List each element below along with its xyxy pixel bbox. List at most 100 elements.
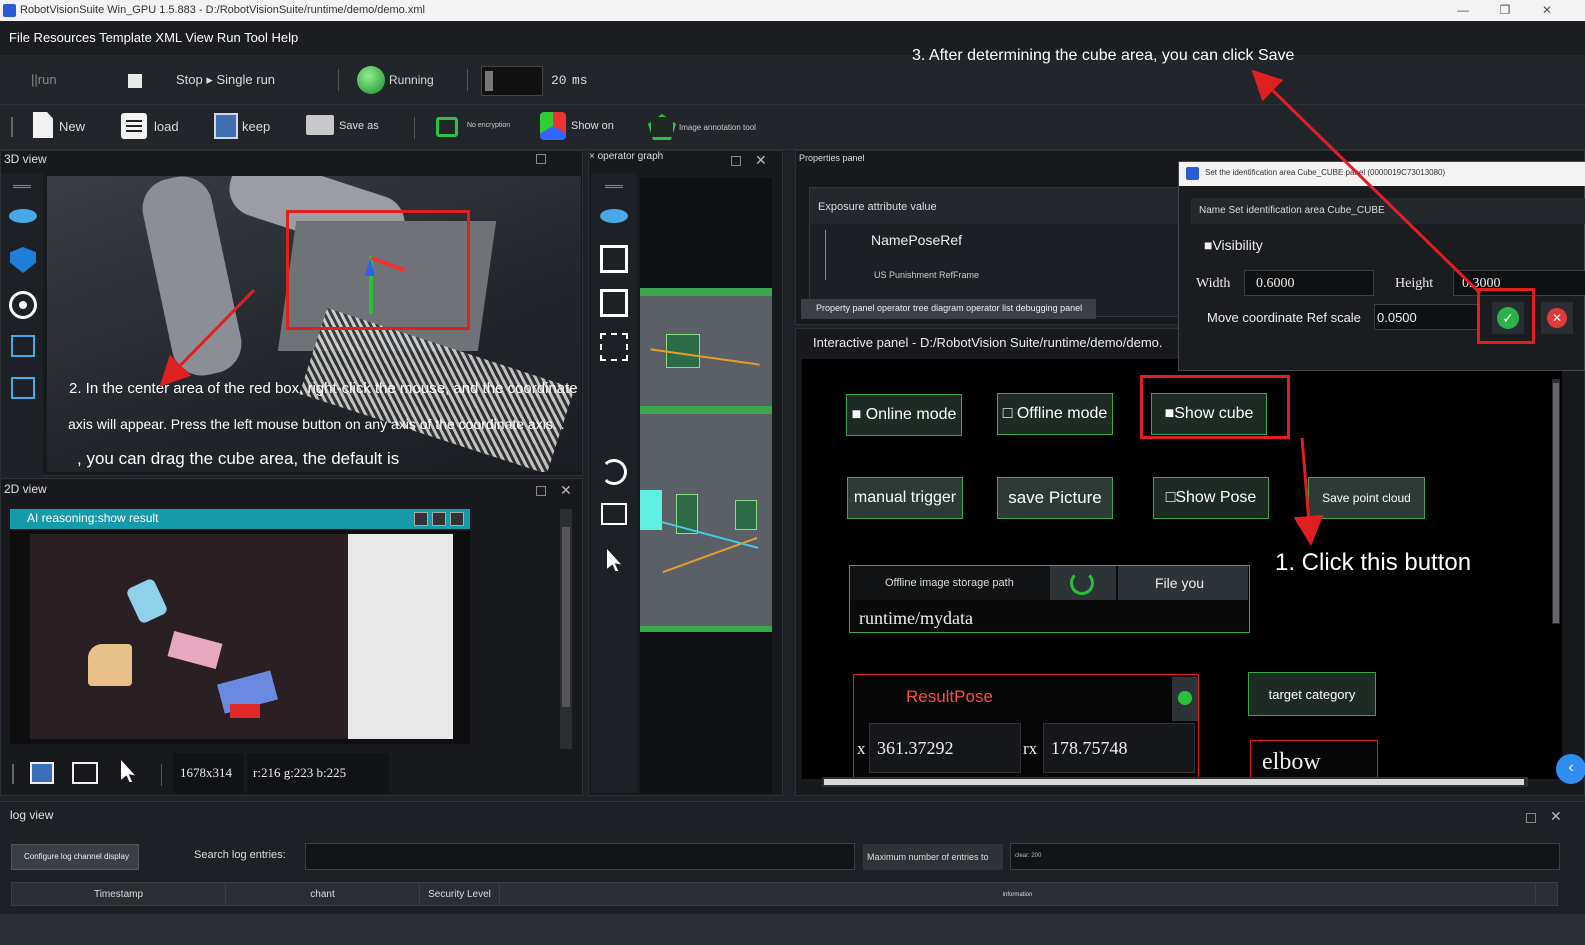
scrollbar-thumb[interactable] [562, 527, 570, 707]
annotation-tool-icon[interactable] [648, 114, 676, 140]
refresh-path-button[interactable] [1050, 566, 1116, 600]
col-timestamp[interactable]: Timestamp [12, 883, 226, 905]
file-button-label: File you [1155, 575, 1205, 591]
dialog-titlebar[interactable]: Set the identification area Cube_CUBE pa… [1179, 162, 1585, 186]
col-chant[interactable]: chant [226, 883, 420, 905]
save-picture-button[interactable]: save Picture [997, 477, 1113, 519]
float-panel-icon[interactable] [1526, 813, 1536, 823]
cascade-windows-icon[interactable] [72, 762, 98, 784]
col-security-level[interactable]: Security Level [420, 883, 500, 905]
show-pose-button[interactable]: □Show Pose [1153, 477, 1269, 519]
tile-windows-icon[interactable] [30, 762, 54, 784]
vertical-scrollbar[interactable] [1552, 379, 1560, 624]
3d-view-title: 3D view [4, 152, 47, 166]
close-icon[interactable] [450, 512, 464, 526]
rx-value-field[interactable]: 178.75748 [1043, 723, 1195, 773]
camera-record-icon[interactable] [11, 377, 35, 399]
stop-single-run-button[interactable]: Stop ▸ Single run [176, 72, 275, 88]
interval-slider[interactable] [481, 66, 543, 96]
layout-icon[interactable] [600, 289, 628, 317]
camera-image[interactable] [10, 529, 470, 744]
menu-bar[interactable]: File Resources Template XML View Run Too… [0, 21, 1585, 55]
new-file-icon[interactable] [33, 112, 53, 138]
minimize-button[interactable]: — [1443, 0, 1483, 21]
save-as-button[interactable]: Save as [339, 120, 379, 132]
float-panel-icon[interactable] [536, 486, 546, 496]
load-icon[interactable] [121, 113, 147, 139]
graph-node[interactable] [735, 500, 757, 530]
menu-items[interactable]: File Resources Template XML View Run Too… [9, 30, 298, 45]
title-bar: RobotVisionSuite Win_GPU 1.5.883 - D:/Ro… [0, 0, 1585, 21]
close-panel-icon[interactable]: ✕ [755, 152, 767, 169]
eye-icon[interactable] [600, 209, 628, 223]
eye-icon[interactable] [9, 209, 37, 223]
panel-tabs-label[interactable]: Property panel operator tree diagram ope… [816, 303, 1082, 313]
subwindow-titlebar[interactable]: AI reasoning:show result [10, 509, 470, 529]
menu-icon[interactable] [13, 185, 31, 188]
graph-canvas[interactable] [640, 178, 772, 793]
save-point-cloud-button[interactable]: Save point cloud [1308, 477, 1425, 519]
cancel-button[interactable]: ✕ [1541, 302, 1573, 334]
unlock-icon[interactable] [436, 117, 458, 137]
annotation-tool-button[interactable]: Image annotation tool [679, 123, 756, 132]
width-input[interactable]: 0.6000 [1244, 270, 1374, 296]
close-window-button[interactable]: ✕ [1527, 0, 1567, 21]
keep-disk-icon[interactable] [214, 113, 238, 139]
pointer-icon[interactable] [607, 549, 621, 571]
target-category-button[interactable]: target category [1248, 672, 1376, 716]
restore-icon[interactable] [432, 512, 446, 526]
file-button[interactable]: File you [1118, 566, 1248, 600]
minimize-icon[interactable] [414, 512, 428, 526]
menu-icon[interactable] [605, 185, 623, 188]
offline-mode-button[interactable]: □ Offline mode [997, 393, 1113, 435]
graph-node-selected[interactable] [640, 490, 662, 530]
property-item-nameposeref[interactable]: NamePoseRef [871, 232, 962, 248]
stop-square-icon[interactable] [128, 74, 142, 88]
panel-tabs[interactable]: Property panel operator tree diagram ope… [801, 299, 1096, 319]
no-encryption-button[interactable]: No encryption [467, 122, 510, 129]
run-button[interactable]: ||run [31, 72, 57, 87]
new-button[interactable]: New [59, 119, 85, 134]
collapse-chevron-icon[interactable]: ‹ [1556, 754, 1585, 784]
online-mode-button[interactable]: ■ Online mode [846, 394, 962, 436]
show-on-button[interactable]: Show on [571, 120, 614, 132]
maximize-button[interactable]: ❐ [1485, 0, 1525, 21]
search-log-input[interactable] [305, 843, 855, 870]
scrollbar-thumb[interactable] [1553, 383, 1559, 623]
2d-view-panel: 2D view ✕ AI reasoning:show result 1678x… [0, 478, 583, 796]
shield-icon[interactable] [10, 247, 36, 273]
x-value-field[interactable]: 361.37292 [869, 723, 1021, 773]
log-view-panel: log view ✕ Configure log channel display… [0, 801, 1585, 945]
refresh-icon[interactable] [601, 459, 627, 485]
close-panel-icon[interactable]: ✕ [560, 482, 572, 499]
target-icon[interactable] [9, 291, 37, 319]
vertical-scrollbar[interactable] [560, 509, 572, 749]
pointer-icon[interactable] [121, 760, 135, 782]
x-label: x [857, 739, 866, 758]
storage-path-field[interactable]: runtime/mydata [859, 608, 973, 629]
camera-icon[interactable] [601, 503, 627, 525]
camera-capture-icon[interactable] [11, 335, 35, 357]
configure-log-button[interactable]: Configure log channel display [11, 844, 139, 870]
move-scale-input[interactable]: 0.0500 [1374, 304, 1479, 330]
col-information[interactable]: information [500, 883, 1536, 905]
slider-handle[interactable] [485, 71, 493, 91]
manual-trigger-button[interactable]: manual trigger [847, 477, 963, 519]
expand-icon[interactable] [600, 333, 628, 361]
show-on-icon[interactable] [540, 112, 566, 140]
float-panel-icon[interactable] [536, 154, 546, 164]
max-entries-label-box: Maximum number of entries to [863, 844, 1003, 870]
result-pose-indicator[interactable] [1172, 677, 1198, 721]
property-item-refframe[interactable]: US Punishment RefFrame [874, 270, 979, 280]
detected-elbow[interactable] [88, 644, 132, 686]
save-as-icon[interactable] [306, 115, 334, 135]
fit-view-icon[interactable] [600, 245, 628, 273]
float-panel-icon[interactable] [731, 156, 741, 166]
keep-button[interactable]: keep [242, 119, 270, 134]
visibility-checkbox[interactable]: ■Visibility [1204, 237, 1263, 253]
close-panel-icon[interactable]: ✕ [1550, 808, 1562, 825]
max-entries-input[interactable]: clear: 200 [1010, 843, 1560, 870]
load-button[interactable]: load [154, 119, 179, 134]
horizontal-scrollbar[interactable] [822, 777, 1528, 787]
scrollbar-thumb[interactable] [824, 779, 1524, 785]
